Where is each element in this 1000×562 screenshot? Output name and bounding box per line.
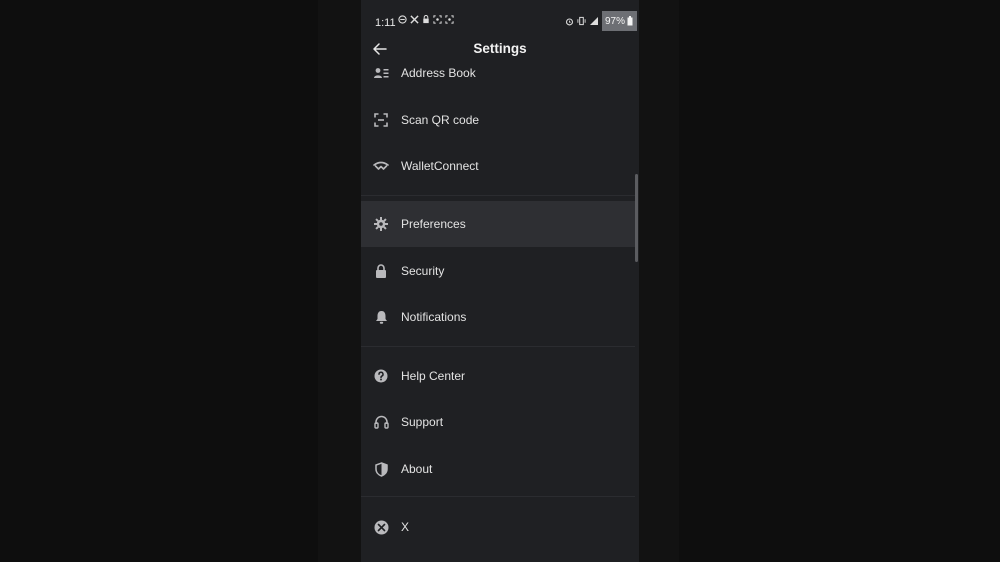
phone-screen: 1:11 97% Settings Address Book Scan QR c… <box>361 0 639 562</box>
headset-icon <box>373 414 389 430</box>
scan-status-icon <box>433 15 442 24</box>
dnd-icon <box>398 15 407 24</box>
status-notification-icons <box>398 15 454 24</box>
battery-percent: 97% <box>604 15 625 27</box>
battery-indicator: 97% <box>601 11 637 31</box>
section-divider <box>361 195 635 196</box>
lock-status-icon <box>423 15 429 24</box>
scrollbar[interactable] <box>635 174 638 262</box>
menu-label-help-center: Help Center <box>401 369 466 383</box>
menu-item-about[interactable]: About <box>361 446 635 492</box>
menu-label-support: Support <box>401 415 444 429</box>
section-divider <box>361 346 635 347</box>
menu-item-walletconnect[interactable]: WalletConnect <box>361 143 635 189</box>
menu-item-help-center[interactable]: Help Center <box>361 353 635 399</box>
menu-item-x[interactable]: X <box>361 504 635 550</box>
left-letterbox <box>318 0 361 562</box>
status-time: 1:11 <box>375 17 396 29</box>
menu-label-security: Security <box>401 264 445 278</box>
vibrate-icon <box>577 16 586 26</box>
menu-label-walletconnect: WalletConnect <box>401 159 479 173</box>
menu-item-address-book[interactable]: Address Book <box>361 50 635 96</box>
status-bar: 1:11 97% <box>361 10 639 36</box>
x-notification-icon <box>410 15 419 24</box>
right-letterbox <box>639 0 679 562</box>
menu-item-support[interactable]: Support <box>361 399 635 445</box>
contacts-icon <box>373 65 389 81</box>
menu-label-address-book: Address Book <box>401 66 476 80</box>
signal-icon <box>589 17 598 25</box>
alarm-icon <box>565 17 573 25</box>
menu-label-x: X <box>401 520 410 534</box>
menu-label-notifications: Notifications <box>401 310 467 324</box>
bell-icon <box>373 309 389 325</box>
menu-label-preferences: Preferences <box>401 217 466 231</box>
menu-item-scan-qr[interactable]: Scan QR code <box>361 97 635 143</box>
menu-item-security[interactable]: Security <box>361 248 635 294</box>
shield-icon <box>373 461 389 477</box>
battery-icon <box>627 16 633 26</box>
menu-item-preferences[interactable]: Preferences <box>361 201 635 247</box>
section-divider <box>361 496 635 497</box>
x-logo-icon <box>373 519 389 535</box>
scan-status-icon-2 <box>445 15 454 24</box>
menu-item-notifications[interactable]: Notifications <box>361 294 635 340</box>
menu-label-scan-qr: Scan QR code <box>401 113 480 127</box>
status-right-icons: 97% <box>565 11 637 31</box>
lock-icon <box>373 263 389 279</box>
help-icon <box>373 368 389 384</box>
menu-label-about: About <box>401 462 433 476</box>
gear-icon <box>373 216 389 232</box>
walletconnect-icon <box>373 158 389 174</box>
scan-qr-icon <box>373 112 389 128</box>
